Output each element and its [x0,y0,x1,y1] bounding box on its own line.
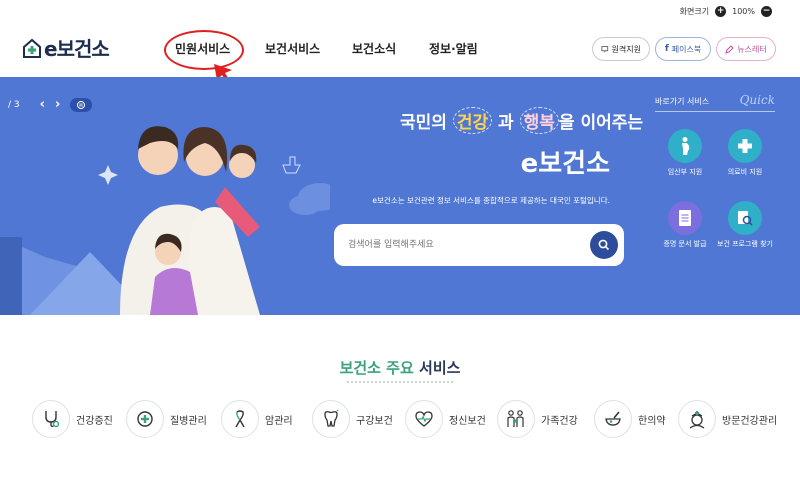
quick-health-program-label: 보건 프로그램 찾기 [717,240,773,248]
facebook-button[interactable]: f 페이스북 [655,37,711,61]
service-cancer-management[interactable]: 암관리 [221,400,293,438]
service-family-health[interactable]: 가족건강 [497,400,578,438]
service-disease-management[interactable]: 질병관리 [126,400,207,438]
document-icon [668,201,702,235]
nav-info-notice[interactable]: 정보·알림 [429,40,478,57]
quick-health-program[interactable]: 보건 프로그램 찾기 [715,201,775,249]
facebook-label: 페이스북 [671,44,702,54]
hero-banner: / 3 ‹ › 국민의 건강 과 행복 을 이어주는 e보건소 e보건소는 보건… [0,77,800,315]
search-button[interactable] [590,231,618,259]
service-korean-medicine[interactable]: 한의약 [594,400,666,438]
hero-brand: e보건소 [520,149,610,179]
quick-menu-title: 바로가기 서비스 [655,97,710,106]
service-mental-health-label: 정신보건 [449,415,486,427]
zoom-in-button[interactable]: + [715,6,727,17]
hero-title-post: 을 이어주는 [558,113,644,133]
hero-title-happiness: 행복 [519,107,559,134]
hero-title: 국민의 건강 과 행복 을 이어주는 [400,107,643,134]
pregnant-icon [668,129,702,163]
quick-certificate-issue[interactable]: 증명 문서 발급 [655,201,715,249]
tooth-icon [312,400,350,438]
pencil-icon [725,44,734,54]
family-icon [497,400,535,438]
service-health-promotion-label: 건강증진 [76,415,113,427]
quick-menu-title-en: Quick [739,93,775,107]
facebook-icon: f [664,44,669,54]
zoom-controls: 화면크기 + 100% − [680,6,772,17]
service-cancer-management-label: 암관리 [265,415,293,427]
quick-certificate-label: 증명 문서 발급 [663,240,707,248]
page: 화면크기 + 100% − e보건소 민원서비스 보건서비스 보건소식 정보·알… [0,0,800,500]
nav-health-news[interactable]: 보건소식 [352,40,396,57]
remote-support-label: 원격지원 [611,44,641,54]
service-home-visit-care-label: 방문건강관리 [722,415,778,427]
search-input[interactable] [348,236,578,254]
remote-support-button[interactable]: 원격지원 [592,37,650,61]
hero-description: e보건소는 보건관련 정보 서비스를 종합적으로 제공하는 대국민 포털입니다. [372,196,610,205]
hero-title-health: 건강 [452,107,493,134]
nurse-icon [678,400,716,438]
hero-title-pre: 국민의 [400,113,447,133]
service-oral-health[interactable]: 구강보건 [312,400,393,438]
hero-title-mid: 과 [498,113,514,133]
medical-cross-icon [728,129,762,163]
service-mental-health[interactable]: 정신보건 [405,400,486,438]
quick-menu: 바로가기 서비스 Quick 임산부 지원 의료비 지원 증명 문서 발급 보건… [655,93,775,263]
text-size-label: 화면크기 [679,7,710,16]
quick-pregnant-support[interactable]: 임산부 지원 [655,129,715,177]
zoom-level: 100% [732,7,755,16]
zoom-out-button[interactable]: − [761,6,772,17]
service-oral-health-label: 구강보건 [356,415,393,427]
disease-shield-icon [126,400,164,438]
program-search-icon [728,201,762,235]
newsletter-button[interactable]: 뉴스레터 [716,37,776,61]
services-title-dark: 서비스 [419,359,461,377]
service-family-health-label: 가족건강 [541,415,578,427]
services-title-underline [347,381,453,383]
nav-health-service[interactable]: 보건서비스 [265,40,320,57]
service-health-promotion[interactable]: 건강증진 [32,400,113,438]
search-icon [598,239,610,251]
services-title-green: 보건소 주요 [339,359,414,377]
quick-medical-cost-label: 의료비 지원 [727,168,763,176]
service-home-visit-care[interactable]: 방문건강관리 [678,400,777,438]
ribbon-icon [221,400,259,438]
newsletter-label: 뉴스레터 [737,44,767,54]
quick-pregnant-label: 임산부 지원 [667,168,703,176]
services-title: 보건소 주요 서비스 [0,357,800,378]
search-bar [334,224,624,266]
heart-pulse-icon [405,400,443,438]
stethoscope-icon [32,400,70,438]
quick-menu-header: 바로가기 서비스 Quick [655,93,775,112]
mortar-pestle-icon [594,400,632,438]
quick-medical-cost-support[interactable]: 의료비 지원 [715,129,775,177]
family-illustration [0,126,330,315]
nav-civil-service[interactable]: 민원서비스 [175,40,230,57]
service-disease-management-label: 질병관리 [170,415,207,427]
monitor-icon [601,45,609,52]
service-korean-medicine-label: 한의약 [638,415,666,427]
